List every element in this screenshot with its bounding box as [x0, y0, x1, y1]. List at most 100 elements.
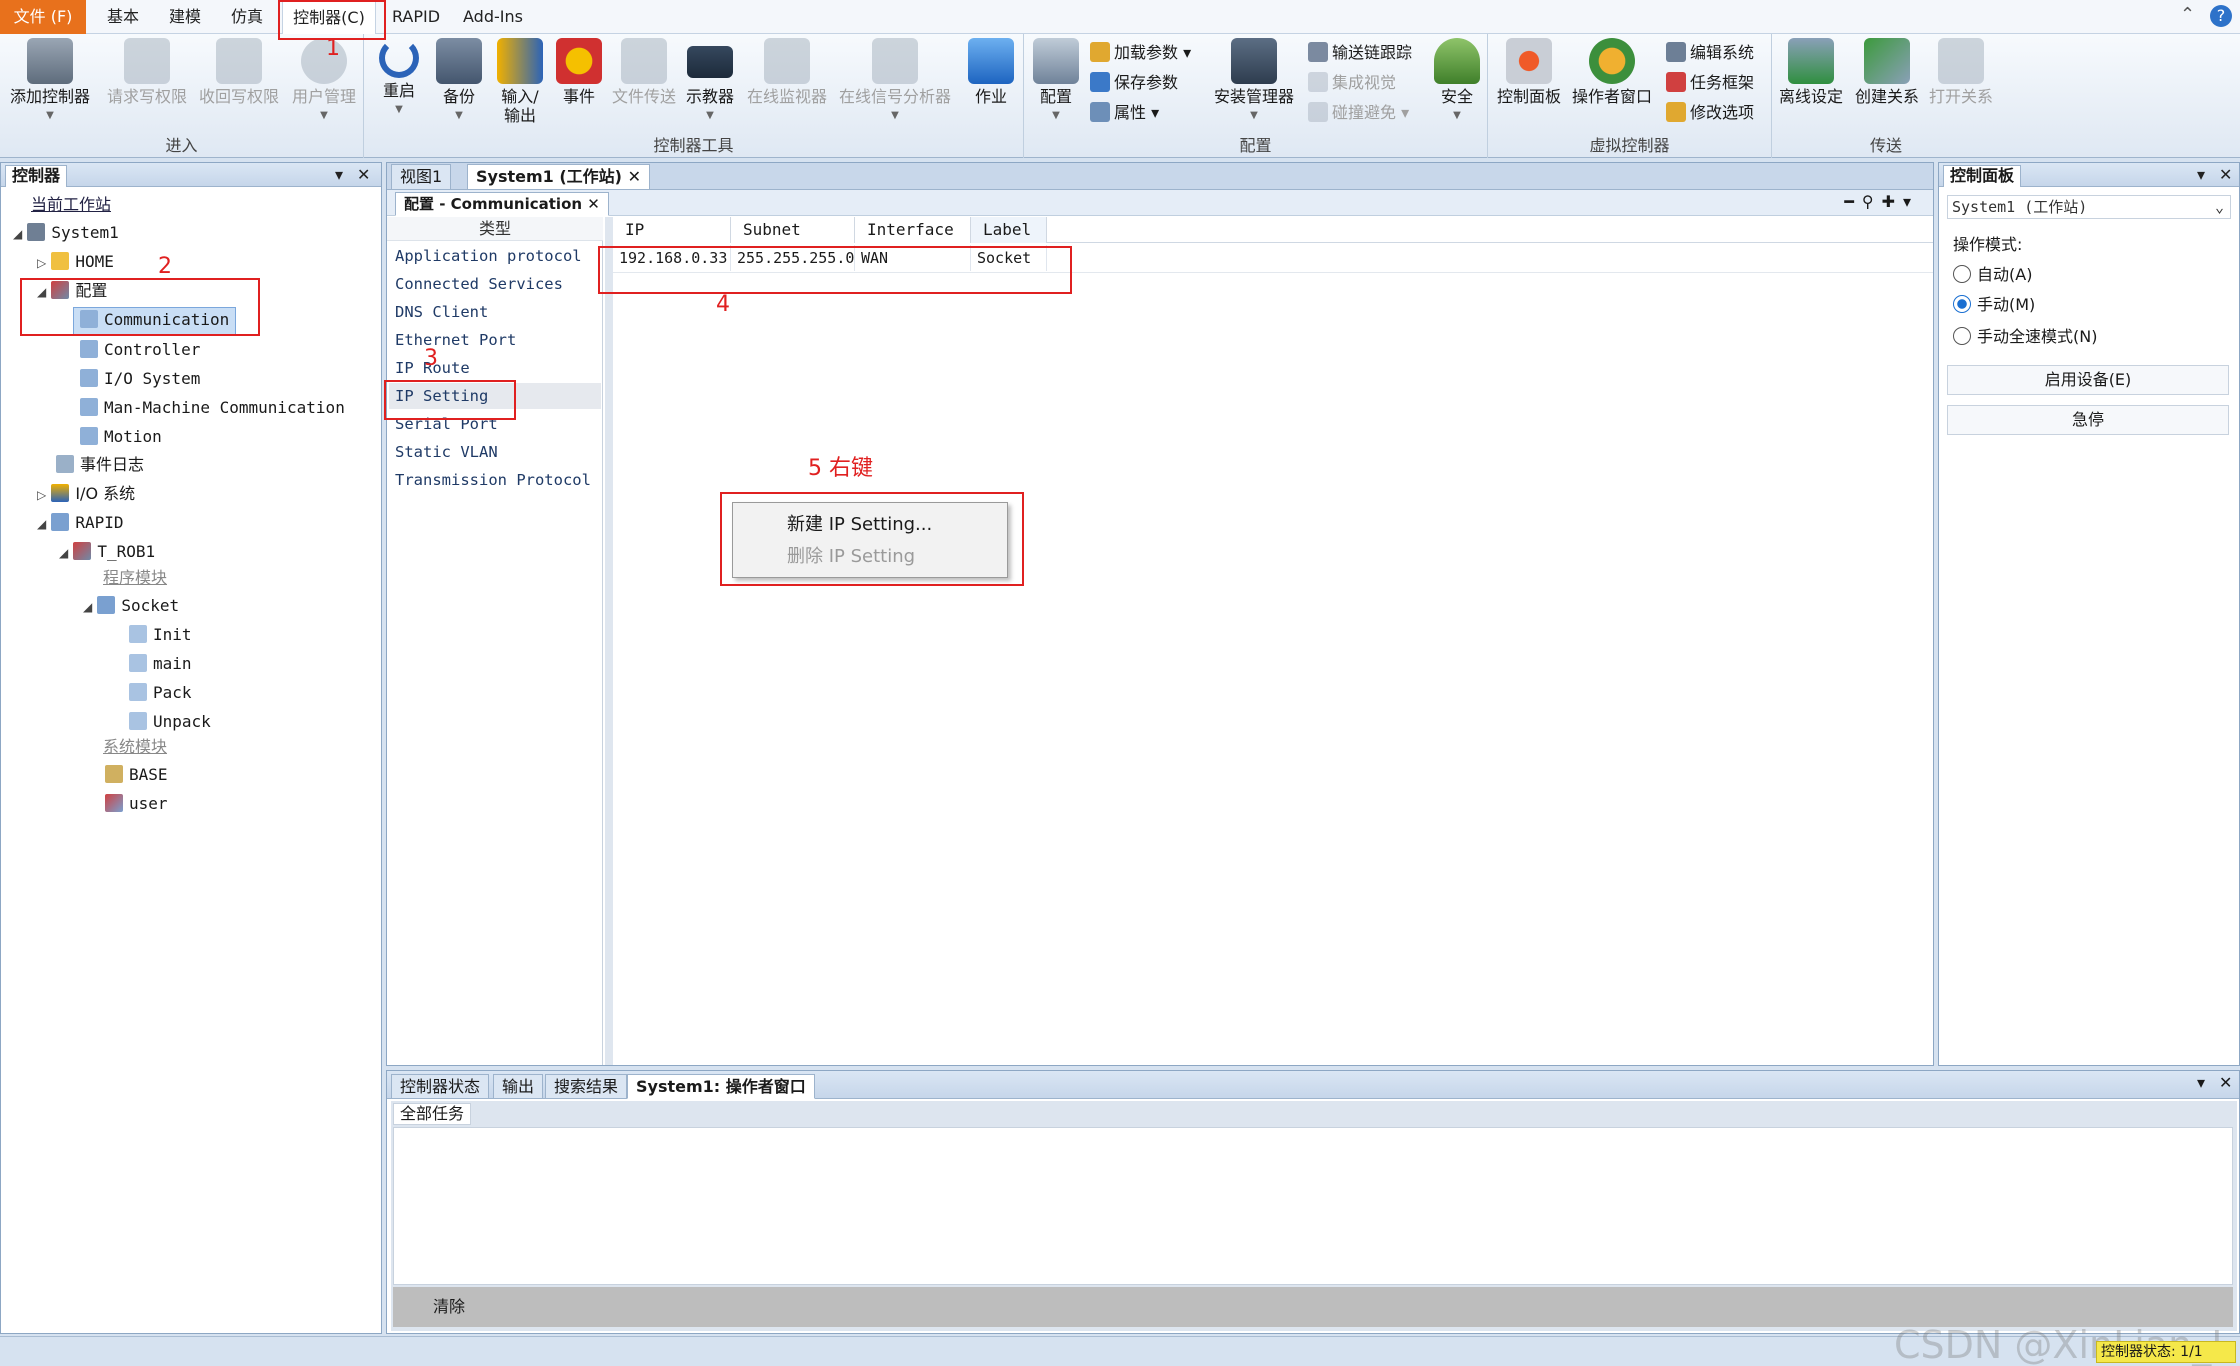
tab-controller-status[interactable]: 控制器状态: [391, 1074, 490, 1099]
mode-manual-full-speed[interactable]: 手动全速模式(N): [1953, 323, 2097, 347]
emergency-stop-button[interactable]: 急停: [1947, 405, 2229, 435]
type-connected-services[interactable]: Connected Services: [395, 275, 563, 293]
tree-routine-init[interactable]: Init: [129, 625, 192, 645]
column-ip[interactable]: IP: [613, 217, 731, 243]
column-subnet[interactable]: Subnet: [731, 217, 855, 243]
backup-button[interactable]: 备份 ▼: [430, 38, 488, 125]
tab-config-communication[interactable]: 配置 - Communication ✕: [395, 192, 609, 216]
request-write-button[interactable]: 请求写权限: [104, 38, 190, 106]
control-panel-tab[interactable]: 控制面板: [1943, 165, 2022, 187]
controller-panel-tab[interactable]: 控制器: [5, 165, 68, 187]
radio-selected-icon[interactable]: [1953, 295, 1971, 313]
tree-system1[interactable]: ◢ System1: [13, 223, 119, 244]
menu-addins[interactable]: Add-Ins: [458, 0, 528, 34]
safety-button[interactable]: 安全 ▼: [1432, 38, 1482, 125]
splitter[interactable]: [605, 217, 613, 1065]
control-panel-button[interactable]: 控制面板: [1492, 38, 1566, 106]
menu-rapid[interactable]: RAPID: [386, 0, 446, 34]
file-transfer-button[interactable]: 文件传送: [608, 38, 680, 106]
system-select[interactable]: System1 (工作站) ⌄: [1947, 195, 2231, 219]
column-interface[interactable]: Interface: [855, 217, 971, 243]
properties-button[interactable]: 属性 ▾: [1090, 100, 1159, 126]
menu-simulation[interactable]: 仿真: [222, 0, 272, 34]
create-relation-button[interactable]: 创建关系: [1850, 38, 1924, 106]
tree-current-station[interactable]: 当前工作站: [31, 195, 111, 215]
column-label[interactable]: Label: [971, 217, 1047, 243]
flexpendant-button[interactable]: 示教器 ▼: [680, 38, 740, 125]
type-dns-client[interactable]: DNS Client: [395, 303, 488, 321]
zoom-in-icon[interactable]: ✚: [1882, 192, 1903, 211]
menu-file[interactable]: 文件 (F): [0, 0, 86, 34]
tree-controller[interactable]: Controller: [80, 340, 200, 360]
panel-dropdown-icon[interactable]: ▾: [2197, 163, 2205, 187]
collapse-arrow-icon[interactable]: ◢: [59, 546, 68, 560]
controller-status-indicator[interactable]: 控制器状态: 1/1: [2096, 1341, 2236, 1363]
jobs-button[interactable]: 作业: [962, 38, 1020, 106]
integrated-vision-button[interactable]: 集成视觉: [1308, 70, 1396, 96]
tree-socket[interactable]: ◢ Socket: [83, 596, 179, 617]
close-icon[interactable]: ✕: [628, 167, 641, 186]
operator-window-button[interactable]: 操作者窗口: [1568, 38, 1656, 106]
radio-icon[interactable]: [1953, 265, 1971, 283]
type-application-protocol[interactable]: Application protocol: [395, 247, 582, 265]
tree-io[interactable]: ▷ I/O 系统: [37, 484, 135, 505]
config-button[interactable]: 配置 ▼: [1028, 38, 1084, 125]
menu-basic[interactable]: 基本: [98, 0, 148, 34]
tree-t-rob1[interactable]: ◢ T_ROB1: [59, 542, 155, 563]
mode-manual[interactable]: 手动(M): [1953, 291, 2035, 315]
release-write-button[interactable]: 收回写权限: [196, 38, 282, 106]
tree-event-log[interactable]: 事件日志: [56, 455, 144, 475]
clear-button[interactable]: 清除: [393, 1287, 2233, 1327]
tab-view1[interactable]: 视图1: [391, 164, 452, 190]
type-ethernet-port[interactable]: Ethernet Port: [395, 331, 516, 349]
installation-manager-button[interactable]: 安装管理器 ▼: [1210, 38, 1298, 125]
tab-search-results[interactable]: 搜索结果: [545, 1074, 628, 1099]
close-icon[interactable]: ✕: [357, 163, 370, 187]
collapse-arrow-icon[interactable]: ◢: [13, 227, 22, 241]
tree-routine-pack[interactable]: Pack: [129, 683, 192, 703]
close-icon[interactable]: ✕: [587, 195, 600, 213]
task-frame-button[interactable]: 任务框架: [1666, 70, 1754, 96]
question-icon[interactable]: ?: [2210, 5, 2232, 27]
expand-arrow-icon[interactable]: ▷: [37, 256, 46, 270]
tree-routine-unpack[interactable]: Unpack: [129, 712, 211, 732]
dropdown-icon[interactable]: ▾: [1903, 192, 1919, 211]
type-static-vlan[interactable]: Static VLAN: [395, 443, 498, 461]
all-tasks-tab[interactable]: 全部任务: [393, 1103, 472, 1125]
close-icon[interactable]: ✕: [2219, 1073, 2232, 1092]
search-icon[interactable]: ⚲: [1862, 192, 1882, 211]
load-params-button[interactable]: 加载参数 ▾: [1090, 40, 1191, 66]
online-monitor-button[interactable]: 在线监视器: [742, 38, 832, 106]
menu-modeling[interactable]: 建模: [160, 0, 210, 34]
tab-operator-window[interactable]: System1: 操作者窗口: [627, 1074, 815, 1099]
close-icon[interactable]: ✕: [2219, 163, 2232, 187]
tree-user-module[interactable]: user: [105, 794, 168, 814]
expand-arrow-icon[interactable]: ▷: [37, 488, 46, 502]
type-transmission-protocol[interactable]: Transmission Protocol: [395, 471, 591, 489]
add-controller-button[interactable]: 添加控制器 ▼: [4, 38, 96, 125]
signal-analyzer-button[interactable]: 在线信号分析器 ▼: [834, 38, 956, 125]
offline-settings-button[interactable]: 离线设定: [1774, 38, 1848, 106]
tree-rapid[interactable]: ◢ RAPID: [37, 513, 124, 534]
tree-motion[interactable]: Motion: [80, 427, 162, 447]
collapse-arrow-icon[interactable]: ◢: [83, 600, 92, 614]
tree-home[interactable]: ▷ HOME: [37, 252, 114, 273]
user-management-button[interactable]: 用户管理 ▼: [288, 38, 360, 125]
enable-device-button[interactable]: 启用设备(E): [1947, 365, 2229, 395]
tab-output[interactable]: 输出: [493, 1074, 544, 1099]
tree-man-machine[interactable]: Man-Machine Communication: [80, 398, 345, 418]
radio-icon[interactable]: [1953, 327, 1971, 345]
tree-base-module[interactable]: BASE: [105, 765, 168, 785]
modify-options-button[interactable]: 修改选项: [1666, 100, 1754, 126]
collision-avoidance-button[interactable]: 碰撞避免 ▾: [1308, 100, 1409, 126]
edit-system-button[interactable]: 编辑系统: [1666, 40, 1754, 66]
tree-routine-main[interactable]: main: [129, 654, 192, 674]
events-button[interactable]: 事件: [550, 38, 608, 106]
collapse-arrow-icon[interactable]: ◢: [37, 517, 46, 531]
collapse-ribbon-icon[interactable]: ⌃: [2180, 4, 2195, 25]
mode-auto[interactable]: 自动(A): [1953, 261, 2032, 285]
restart-button[interactable]: 重启 ▼: [370, 38, 428, 119]
io-button[interactable]: 输入/ 输出: [488, 38, 552, 125]
tab-system1-station[interactable]: System1 (工作站) ✕: [467, 164, 650, 190]
panel-dropdown-icon[interactable]: ▾: [335, 163, 343, 187]
